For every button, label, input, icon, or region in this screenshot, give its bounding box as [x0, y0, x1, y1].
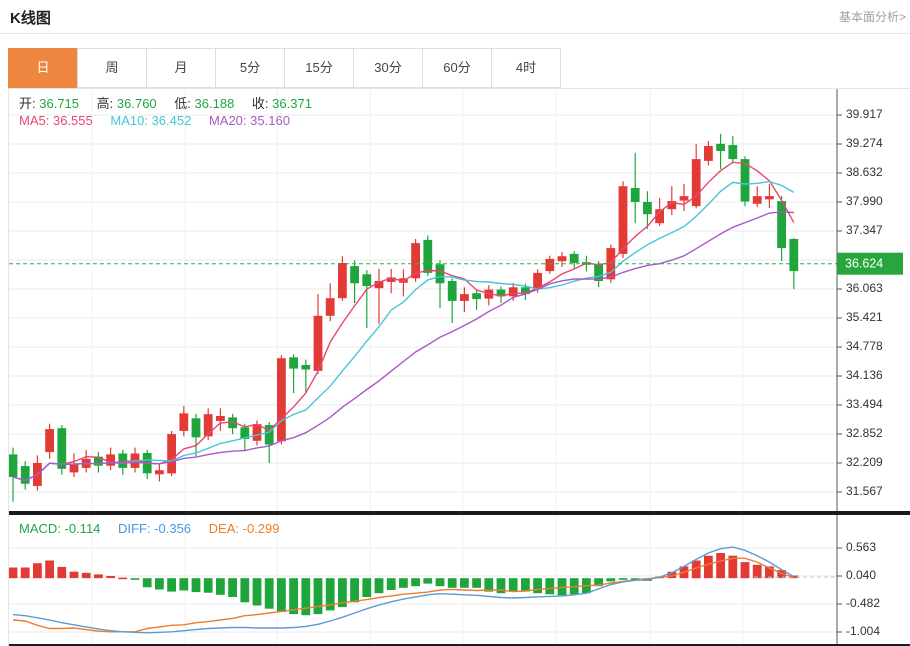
tab-4时[interactable]: 4时 — [491, 48, 561, 88]
kline-widget: K线图 基本面分析> 日周月5分15分30分60分4时 开: 36.715 高:… — [0, 0, 910, 646]
svg-text:32.209: 32.209 — [846, 455, 883, 469]
dea-line — [13, 558, 794, 632]
svg-text:0.040: 0.040 — [846, 568, 876, 582]
tab-周[interactable]: 周 — [77, 48, 147, 88]
diff-line — [13, 547, 794, 633]
svg-text:-1.004: -1.004 — [846, 624, 880, 638]
ma20-line — [13, 212, 794, 481]
svg-text:38.632: 38.632 — [846, 165, 883, 179]
ma5-line — [13, 162, 794, 480]
current-price-badge: 36.624 — [837, 253, 903, 275]
svg-text:31.567: 31.567 — [846, 484, 883, 498]
svg-text:32.852: 32.852 — [846, 426, 883, 440]
svg-text:33.494: 33.494 — [846, 397, 883, 411]
svg-text:0.563: 0.563 — [846, 540, 876, 554]
page-title: K线图 — [10, 7, 51, 28]
svg-text:34.778: 34.778 — [846, 339, 883, 353]
tab-30分[interactable]: 30分 — [353, 48, 423, 88]
tab-15分[interactable]: 15分 — [284, 48, 354, 88]
svg-text:39.274: 39.274 — [846, 136, 883, 150]
tab-5分[interactable]: 5分 — [215, 48, 285, 88]
main-kline-chart[interactable]: 39.91739.27438.63237.99037.34736.70536.0… — [9, 89, 910, 511]
svg-text:37.347: 37.347 — [846, 223, 883, 237]
tab-月[interactable]: 月 — [146, 48, 216, 88]
svg-text:34.136: 34.136 — [846, 368, 883, 382]
svg-text:39.917: 39.917 — [846, 107, 883, 121]
period-tabs: 日周月5分15分30分60分4时 — [8, 48, 910, 88]
tab-日[interactable]: 日 — [8, 48, 78, 88]
ma10-line — [13, 182, 794, 481]
svg-text:36.063: 36.063 — [846, 281, 883, 295]
chart-box: 开: 36.715 高: 36.760 低: 36.188 收: 36.371 … — [8, 88, 910, 646]
header: K线图 基本面分析> — [0, 0, 910, 34]
svg-text:36.624: 36.624 — [845, 257, 883, 271]
svg-text:35.421: 35.421 — [846, 310, 883, 324]
candles-layer — [9, 144, 798, 486]
tab-60分[interactable]: 60分 — [422, 48, 492, 88]
svg-text:-0.482: -0.482 — [846, 596, 880, 610]
fundamental-analysis-link[interactable]: 基本面分析> — [839, 8, 906, 25]
svg-text:37.990: 37.990 — [846, 194, 883, 208]
macd-chart[interactable]: 0.563 0.040 -0.482 -1.004 — [9, 515, 910, 644]
